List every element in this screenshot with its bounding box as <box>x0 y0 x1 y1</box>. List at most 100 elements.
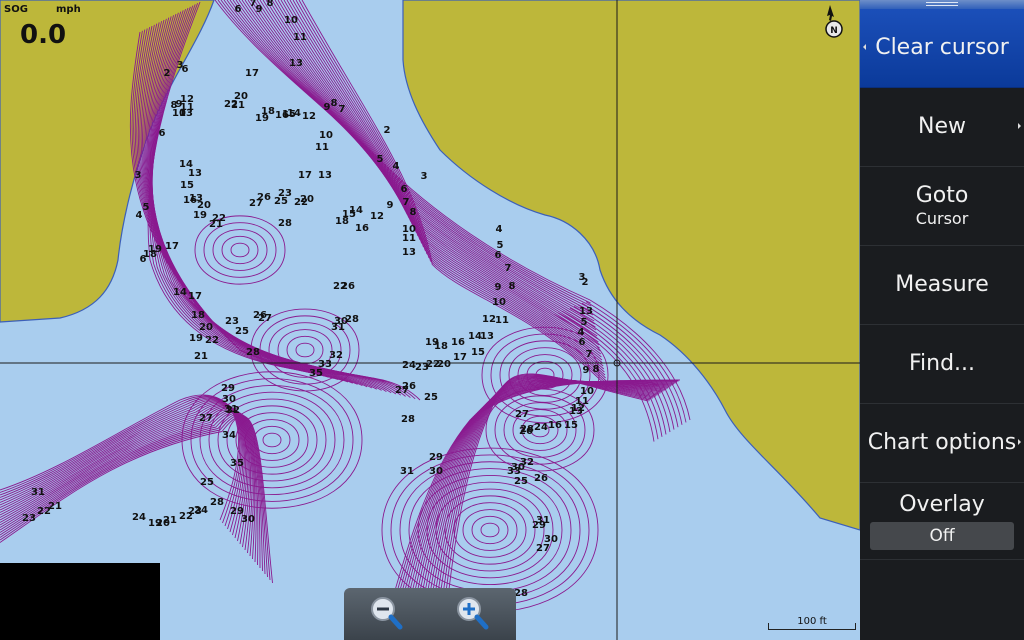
depth-sounding: 25 <box>200 477 214 488</box>
depth-sounding: 8 <box>410 207 417 218</box>
depth-sounding: 9 <box>583 365 590 376</box>
depth-sounding: 13 <box>480 331 494 342</box>
depth-sounding: 20 <box>300 194 314 205</box>
depth-sounding: 27 <box>258 313 272 324</box>
depth-sounding: 12 <box>482 314 496 325</box>
depth-sounding: 21 <box>209 219 223 230</box>
north-arrow-icon[interactable]: N <box>822 3 846 39</box>
submenu-arrow-icon <box>1018 439 1021 445</box>
depth-sounding: 28 <box>514 588 528 599</box>
overlay-toggle[interactable]: Off <box>870 522 1014 550</box>
depth-sounding: 24 <box>132 512 146 523</box>
menu-clear-cursor[interactable]: Clear cursor <box>860 9 1024 88</box>
depth-sounding: 24 <box>534 422 548 433</box>
data-panel <box>0 563 160 640</box>
depth-sounding: 11 <box>495 315 509 326</box>
zoom-in-button[interactable] <box>450 592 494 636</box>
depth-sounding: 31 <box>31 487 45 498</box>
depth-sounding: 13 <box>188 168 202 179</box>
menu-new-label: New <box>918 114 966 139</box>
depth-sounding: 18 <box>434 341 448 352</box>
depth-sounding: 17 <box>245 68 259 79</box>
context-menu: Clear cursor New Goto Cursor Measure Fin… <box>860 0 1024 640</box>
depth-sounding: 17 <box>188 291 202 302</box>
depth-sounding: 12 <box>370 211 384 222</box>
depth-sounding: 16 <box>548 420 562 431</box>
depth-sounding: 11 <box>402 233 416 244</box>
depth-sounding: 15 <box>471 347 485 358</box>
menu-goto-cursor[interactable]: Goto Cursor <box>860 167 1024 246</box>
depth-sounding: 28 <box>210 497 224 508</box>
depth-sounding: 10 <box>492 297 506 308</box>
north-label: N <box>830 26 838 36</box>
menu-goto-sublabel: Cursor <box>915 209 969 228</box>
depth-sounding: 21 <box>194 351 208 362</box>
depth-sounding: 9 <box>324 102 331 113</box>
depth-sounding: 27 <box>515 409 529 420</box>
sog-unit: mph <box>56 4 81 15</box>
depth-sounding: 7 <box>505 263 512 274</box>
depth-sounding: 6 <box>159 128 166 139</box>
depth-sounding: 35 <box>230 458 244 469</box>
zoom-out-icon <box>371 597 403 630</box>
depth-sounding: 18 <box>191 310 205 321</box>
depth-sounding: 27 <box>199 413 213 424</box>
depth-sounding: 18 <box>261 106 275 117</box>
depth-sounding: 27 <box>249 198 263 209</box>
depth-sounding: 4 <box>136 210 143 221</box>
menu-measure-label: Measure <box>895 272 989 297</box>
depth-sounding: 8 <box>593 364 600 375</box>
submenu-left-icon <box>863 44 866 50</box>
depth-sounding: 12 <box>302 111 316 122</box>
depth-sounding: 13 <box>579 306 593 317</box>
depth-sounding: 28 <box>278 218 292 229</box>
depth-sounding: 14 <box>287 108 301 119</box>
depth-sounding: 15 <box>564 420 578 431</box>
depth-sounding: 25 <box>514 476 528 487</box>
depth-sounding: 29 <box>532 520 546 531</box>
sog-value: 0.0 <box>20 20 67 50</box>
scale-bar: 100 ft <box>768 616 856 632</box>
depth-sounding: 20 <box>199 322 213 333</box>
depth-sounding: 6 <box>401 184 408 195</box>
depth-sounding: 19 <box>148 244 162 255</box>
depth-sounding: 5 <box>377 154 384 165</box>
depth-sounding: 19 <box>193 210 207 221</box>
menu-chart-options-label: Chart options <box>867 430 1017 455</box>
depth-sounding: 9 <box>495 282 502 293</box>
depth-sounding: 13 <box>569 406 583 417</box>
nautical-chart[interactable]: 6798101113172362021221211 89131098 71918 16… <box>0 0 860 640</box>
zoom-bar <box>344 588 516 640</box>
zoom-out-button[interactable] <box>364 592 408 636</box>
depth-sounding: 24 <box>194 505 208 516</box>
menu-measure[interactable]: Measure <box>860 246 1024 325</box>
depth-sounding: 31 <box>400 466 414 477</box>
depth-sounding: 26 <box>402 381 416 392</box>
depth-sounding: 30 <box>429 466 443 477</box>
sog-label: SOG <box>4 4 28 15</box>
menu-overlay[interactable]: Overlay Off <box>860 483 1024 560</box>
menu-new[interactable]: New <box>860 88 1024 167</box>
depth-sounding: 7 <box>403 197 410 208</box>
menu-find[interactable]: Find... <box>860 325 1024 404</box>
depth-sounding: 30 <box>241 514 255 525</box>
depth-sounding: 17 <box>453 352 467 363</box>
depth-sounding: 28 <box>345 314 359 325</box>
depth-sounding: 22 <box>224 99 238 110</box>
scale-label: 100 ft <box>797 616 827 627</box>
depth-sounding: 22 <box>205 335 219 346</box>
depth-sounding: 7 <box>586 349 593 360</box>
depth-sounding: 17 <box>298 170 312 181</box>
menu-clear-cursor-label: Clear cursor <box>875 35 1009 60</box>
depth-sounding: 5 <box>143 202 150 213</box>
depth-sounding: 19 <box>189 333 203 344</box>
depth-sounding: 26 <box>534 473 548 484</box>
menu-chart-options[interactable]: Chart options <box>860 404 1024 483</box>
depth-sounding: 25 <box>424 392 438 403</box>
depth-sounding: 24 <box>402 360 416 371</box>
depth-sounding: 3 <box>421 171 428 182</box>
depth-sounding: 25 <box>235 326 249 337</box>
depth-sounding: 28 <box>401 414 415 425</box>
depth-sounding: 8 <box>267 0 274 9</box>
depth-sounding: 2 <box>384 125 391 136</box>
